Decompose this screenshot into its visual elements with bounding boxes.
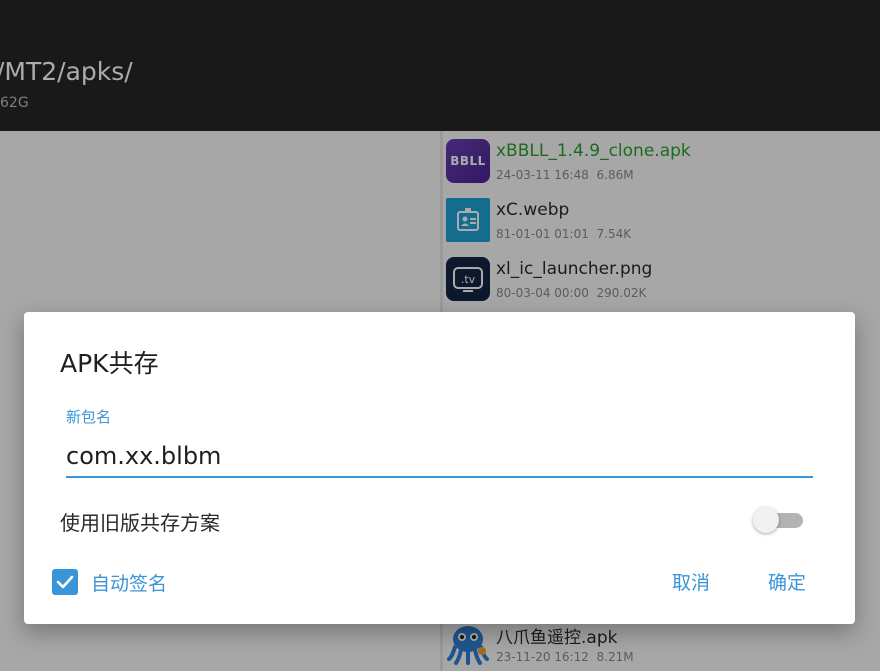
file-manager-screen: /MT2/apks/ 62G BBLL xBBLL_1.4.9_clone.ap… [0,0,880,671]
legacy-scheme-switch[interactable] [753,506,805,534]
switch-thumb [753,507,779,533]
checkmark-icon [56,575,74,589]
package-name-input[interactable] [66,436,813,478]
ok-button[interactable]: 确定 [768,568,806,595]
dialog-title: APK共存 [60,349,159,378]
package-name-label: 新包名 [66,408,112,426]
legacy-scheme-label: 使用旧版共存方案 [60,511,220,535]
auto-sign-checkbox-row[interactable]: 自动签名 [52,568,167,596]
cancel-button[interactable]: 取消 [672,568,710,595]
auto-sign-label: 自动签名 [91,572,168,595]
auto-sign-checkbox[interactable] [52,569,78,595]
apk-clone-dialog: APK共存 新包名 使用旧版共存方案 自动签名 取消 确定 [24,312,855,624]
